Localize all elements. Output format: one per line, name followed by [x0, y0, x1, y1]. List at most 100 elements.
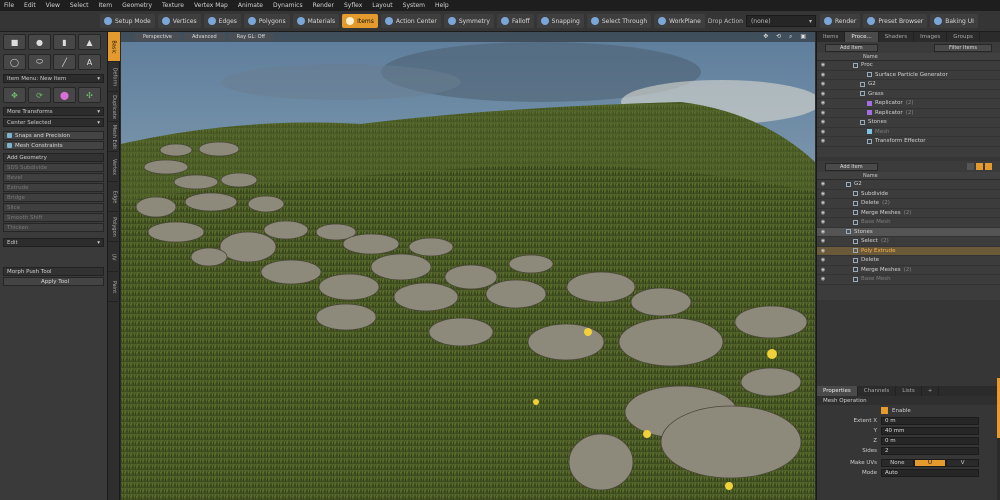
geo-tool-bevel-button[interactable]: Bevel: [3, 173, 104, 182]
viewport-render[interactable]: [121, 32, 815, 500]
side-tab-basic[interactable]: Basic: [108, 32, 120, 62]
list-item[interactable]: ◉ Stones: [817, 118, 1000, 128]
geo-tool-bridge-button[interactable]: Bridge: [3, 193, 104, 202]
symmetry-button[interactable]: Symmetry: [443, 14, 494, 28]
add-geometry-section[interactable]: Add Geometry: [3, 153, 104, 162]
menu-item-file[interactable]: File: [4, 2, 14, 9]
geo-tool-smooth-shift-button[interactable]: Smooth Shift: [3, 213, 104, 222]
mesh-constraints-button[interactable]: Mesh Constraints: [3, 141, 104, 150]
extent-z-field[interactable]: 0 m: [881, 436, 979, 445]
pen-icon[interactable]: ╱: [53, 54, 76, 70]
visibility-eye-icon[interactable]: ◉: [817, 191, 829, 197]
extent-y-field[interactable]: 40 mm: [881, 426, 979, 435]
side-tab-deform[interactable]: Deform: [108, 62, 120, 92]
tab-proce[interactable]: Proce...: [845, 32, 879, 42]
expand-icon[interactable]: [967, 163, 974, 170]
side-tab-paint[interactable]: Paint: [108, 272, 120, 302]
visibility-eye-icon[interactable]: ◉: [817, 119, 829, 125]
viewport-tab-1[interactable]: Advanced: [183, 33, 225, 41]
visibility-eye-icon[interactable]: ◉: [817, 238, 829, 244]
viewport-nav-tools[interactable]: ✥ ⟲ ⌕ ▣: [763, 33, 809, 41]
select-through-button[interactable]: Select Through: [586, 14, 652, 28]
menu-item-system[interactable]: System: [403, 2, 425, 9]
menu-item-view[interactable]: View: [46, 2, 60, 9]
action-center-button[interactable]: Action Center: [380, 14, 441, 28]
menu-item-texture[interactable]: Texture: [162, 2, 184, 9]
vertices-button[interactable]: Vertices: [157, 14, 201, 28]
visibility-eye-icon[interactable]: ◉: [817, 257, 829, 263]
make-uvs-option-u[interactable]: U: [913, 458, 947, 467]
preset-browser-button[interactable]: Preset Browser: [863, 14, 928, 28]
sphere-icon[interactable]: ●: [28, 34, 51, 50]
filter-items-button[interactable]: Filter Items: [934, 43, 992, 52]
side-tab-duplicate[interactable]: Duplicate: [108, 92, 120, 122]
list-item[interactable]: ◉ Stones: [817, 227, 1000, 237]
list-item[interactable]: ◉ G2: [817, 80, 1000, 90]
visibility-eye-icon[interactable]: ◉: [817, 81, 829, 87]
list-item[interactable]: ◉ Base Mesh: [817, 275, 1000, 285]
list-item[interactable]: ◉ Merge Meshes (2): [817, 266, 1000, 275]
menu-item-animate[interactable]: Animate: [238, 2, 263, 9]
list-item[interactable]: ◉ Base Mesh: [817, 218, 1000, 228]
tab-images[interactable]: Images: [914, 32, 948, 42]
list-item[interactable]: ◉ Delete (2): [817, 199, 1000, 209]
snapping-button[interactable]: Snapping: [536, 14, 584, 28]
baking-ui-button[interactable]: Baking UI: [930, 14, 978, 28]
side-tab-vertex[interactable]: Vertex: [108, 152, 120, 182]
add-tab-button[interactable]: +: [922, 386, 940, 396]
lock-icon[interactable]: [976, 163, 983, 170]
setup-mode-button[interactable]: Setup Mode: [100, 14, 155, 28]
visibility-eye-icon[interactable]: ◉: [817, 229, 829, 235]
list-item[interactable]: ◉ Mesh: [817, 128, 1000, 137]
list-item[interactable]: ◉ Delete: [817, 256, 1000, 266]
apply-tool-button[interactable]: Apply Tool: [3, 277, 104, 286]
menu-item-dynamics[interactable]: Dynamics: [273, 2, 303, 9]
cube-icon[interactable]: ■: [3, 34, 26, 50]
menu-item-syflex[interactable]: Syflex: [344, 2, 362, 9]
visibility-eye-icon[interactable]: ◉: [817, 91, 829, 97]
list-item[interactable]: ◉ G2: [817, 180, 1000, 190]
tab-groups[interactable]: Groups: [947, 32, 980, 42]
edit-dropdown[interactable]: Edit ▾: [3, 238, 104, 247]
list-item[interactable]: ◉ Select (2): [817, 237, 1000, 247]
scale-icon[interactable]: ⬤: [53, 87, 76, 103]
prop-tab-properties[interactable]: Properties: [817, 386, 858, 396]
more-transforms-dropdown[interactable]: More Transforms ▾: [3, 107, 104, 116]
make-uvs-option-v[interactable]: V: [946, 458, 980, 467]
visibility-eye-icon[interactable]: ◉: [817, 129, 829, 135]
cache-icon[interactable]: [985, 163, 992, 170]
mesh-operation-section[interactable]: Mesh Operation: [817, 396, 1000, 405]
visibility-eye-icon[interactable]: ◉: [817, 181, 829, 187]
side-tab-mesh-edit[interactable]: Mesh Edit: [108, 122, 120, 152]
edges-button[interactable]: Edges: [203, 14, 241, 28]
prop-tab-lists[interactable]: Lists: [896, 386, 922, 396]
prop-tab-channels[interactable]: Channels: [858, 386, 897, 396]
transform-icon[interactable]: ✣: [78, 87, 101, 103]
list-item[interactable]: ◉ Replicator (2): [817, 109, 1000, 118]
visibility-eye-icon[interactable]: ◉: [817, 248, 829, 254]
text-icon[interactable]: A: [78, 54, 101, 70]
tab-items[interactable]: Items: [817, 32, 846, 42]
move-icon[interactable]: ✥: [3, 87, 26, 103]
list-item[interactable]: ◉ Grass: [817, 90, 1000, 99]
make-uvs-option-none[interactable]: None: [881, 458, 914, 467]
rotate-icon[interactable]: ⟳: [28, 87, 51, 103]
capsule-icon[interactable]: ⬭: [28, 54, 51, 70]
side-tab-edge[interactable]: Edge: [108, 182, 120, 212]
sides-field[interactable]: 2: [881, 446, 979, 455]
tab-shaders[interactable]: Shaders: [879, 32, 915, 42]
cone-icon[interactable]: ▲: [78, 34, 101, 50]
visibility-eye-icon[interactable]: ◉: [817, 138, 829, 144]
torus-icon[interactable]: ◯: [3, 54, 26, 70]
list-item[interactable]: ◉ Poly Extrude: [817, 246, 1000, 256]
list-item[interactable]: ◉ Surface Particle Generator: [817, 71, 1000, 80]
menu-item-vertex-map[interactable]: Vertex Map: [194, 2, 228, 9]
visibility-eye-icon[interactable]: ◉: [817, 72, 829, 78]
snaps-precision-button[interactable]: Snaps and Precision: [3, 131, 104, 140]
falloff-button[interactable]: Falloff: [496, 14, 534, 28]
cylinder-icon[interactable]: ▮: [53, 34, 76, 50]
polygons-button[interactable]: Polygons: [243, 14, 290, 28]
geo-tool-slice-button[interactable]: Slice: [3, 203, 104, 212]
menu-item-select[interactable]: Select: [70, 2, 89, 9]
morph-push-section[interactable]: Morph Push Tool: [3, 267, 104, 276]
